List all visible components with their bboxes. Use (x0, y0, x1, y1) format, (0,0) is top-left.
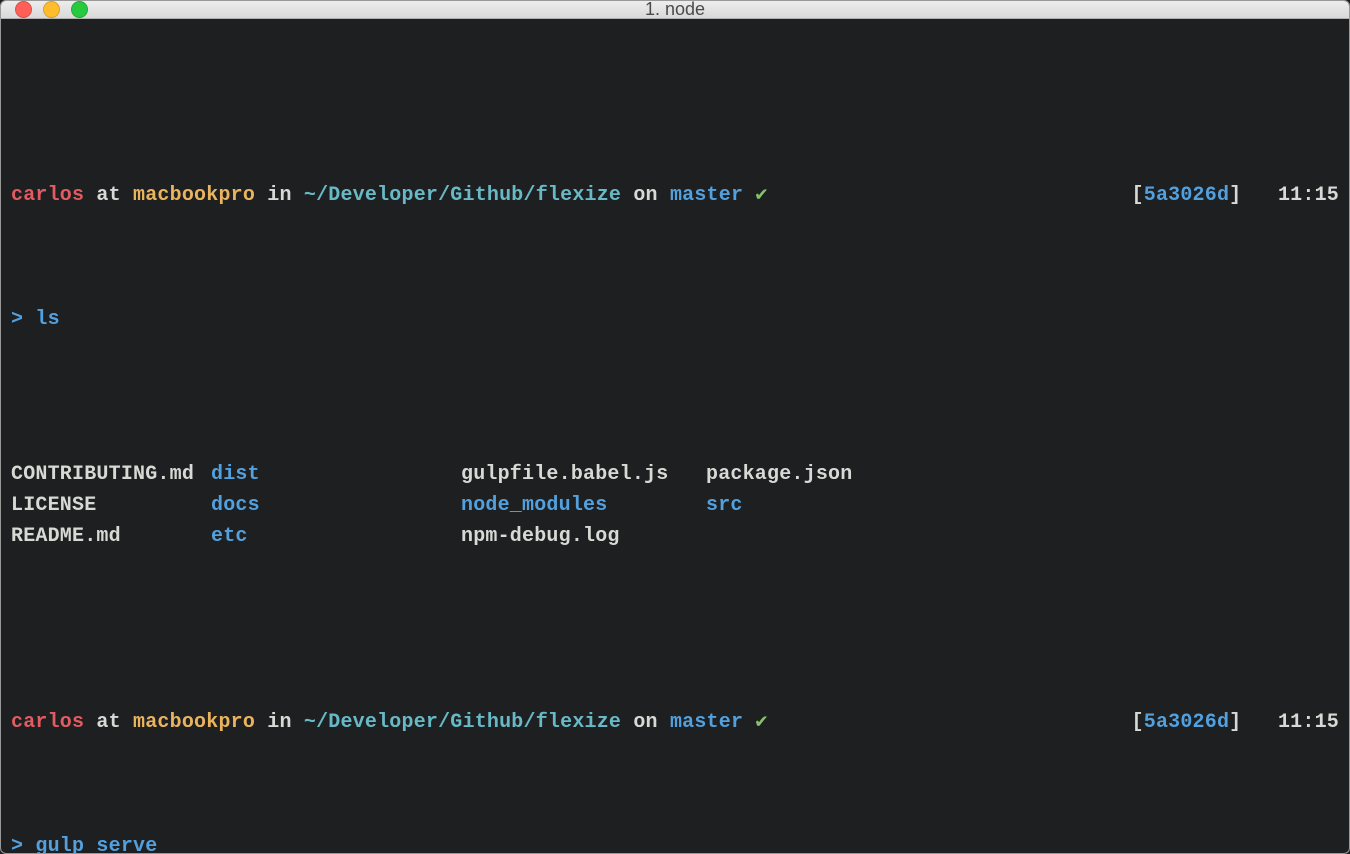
git-hash: 5a3026d (1144, 711, 1229, 734)
prompt-branch: master (670, 711, 743, 734)
prompt-path: ~/Developer/Github/flexize (304, 184, 621, 207)
prompt-at: at (84, 711, 133, 734)
titlebar: 1. node (1, 1, 1349, 19)
ls-output: CONTRIBUTING.mddistgulpfile.babel.jspack… (11, 459, 1339, 552)
prompt-host: macbookpro (133, 711, 255, 734)
prompt-host: macbookpro (133, 184, 255, 207)
terminal-window: 1. node carlos at macbookpro in ~/Develo… (0, 0, 1350, 854)
command-text: gulp serve (35, 835, 157, 854)
check-icon: ✔ (755, 711, 767, 734)
hash-close: ] (1229, 184, 1241, 207)
prompt-line: carlos at macbookpro in ~/Developer/Gith… (11, 149, 1339, 242)
window-title: 1. node (1, 0, 1349, 20)
command-line: > ls (11, 304, 1339, 335)
ls-dir: docs (211, 490, 461, 521)
prompt-line: carlos at macbookpro in ~/Developer/Gith… (11, 676, 1339, 769)
ls-file: README.md (11, 521, 211, 552)
prompt-time: 11:15 (1278, 184, 1339, 207)
ls-file: gulpfile.babel.js (461, 459, 706, 490)
prompt-on: on (621, 184, 670, 207)
traffic-lights (15, 1, 88, 18)
prompt-on: on (621, 711, 670, 734)
ls-file: package.json (706, 459, 1339, 490)
prompt-marker: > (11, 835, 35, 854)
minimize-icon[interactable] (43, 1, 60, 18)
close-icon[interactable] (15, 1, 32, 18)
check-icon: ✔ (755, 184, 767, 207)
command-line: > gulp serve (11, 831, 1339, 854)
prompt-user: carlos (11, 711, 84, 734)
ls-file: CONTRIBUTING.md (11, 459, 211, 490)
prompt-in: in (255, 184, 304, 207)
terminal-body[interactable]: carlos at macbookpro in ~/Developer/Gith… (1, 19, 1349, 854)
ls-file (706, 521, 1339, 552)
prompt-at: at (84, 184, 133, 207)
git-hash: 5a3026d (1144, 184, 1229, 207)
prompt-path: ~/Developer/Github/flexize (304, 711, 621, 734)
hash-open: [ (1132, 184, 1144, 207)
command-text: ls (35, 308, 59, 331)
ls-file: LICENSE (11, 490, 211, 521)
ls-dir: src (706, 490, 1339, 521)
prompt-marker: > (11, 308, 35, 331)
ls-dir: etc (211, 521, 461, 552)
prompt-branch: master (670, 184, 743, 207)
ls-dir: node_modules (461, 490, 706, 521)
ls-dir: dist (211, 459, 461, 490)
prompt-user: carlos (11, 184, 84, 207)
prompt-time: 11:15 (1278, 711, 1339, 734)
zoom-icon[interactable] (71, 1, 88, 18)
prompt-in: in (255, 711, 304, 734)
ls-file: npm-debug.log (461, 521, 706, 552)
